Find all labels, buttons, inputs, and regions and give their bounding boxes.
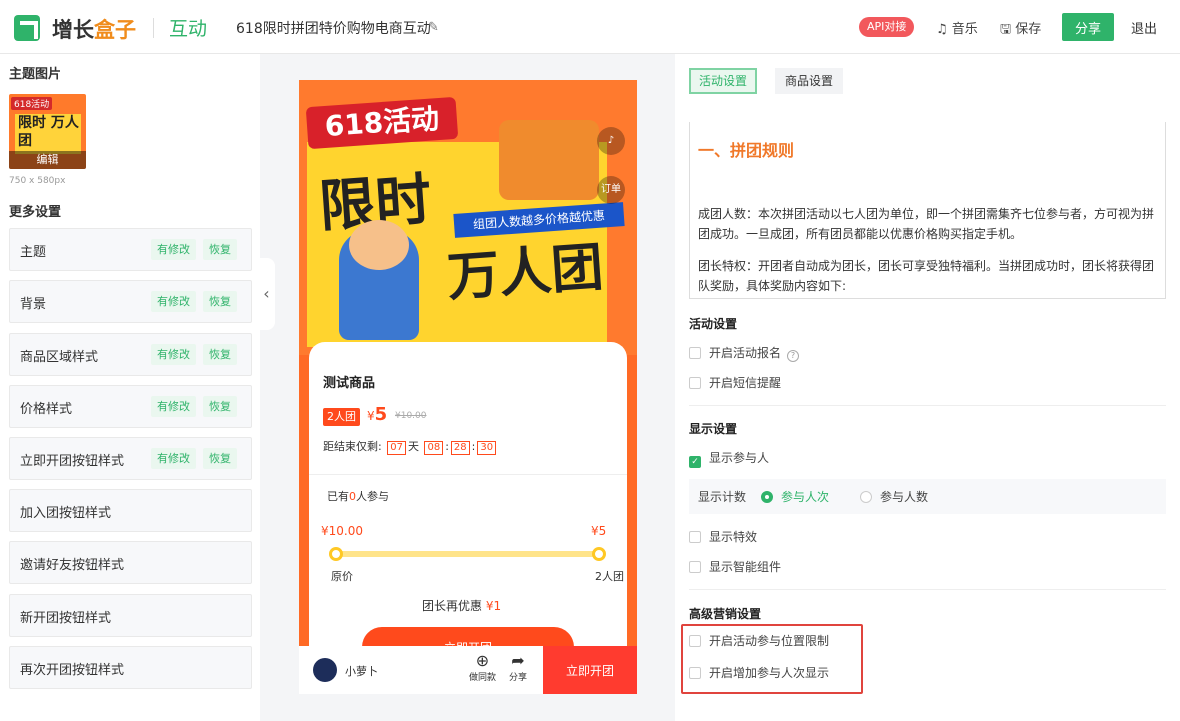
original-price: ¥10.00 [395, 411, 427, 421]
rules-paragraph-1: 成团人数：本次拼团活动以七人团为单位，即一个拼团需集齐七位参与者，方可视为拼团成… [698, 207, 1155, 241]
divider [689, 589, 1166, 590]
order-button[interactable]: 订单 [597, 176, 625, 204]
share-button[interactable]: 分享 [1062, 13, 1114, 41]
thumb-edit-label[interactable]: 编辑 [9, 151, 86, 169]
save-icon: 🖫 [1000, 22, 1012, 37]
settings-item-invite-btn[interactable]: 邀请好友按钮样式 [9, 541, 252, 584]
settings-item-join-group-btn[interactable]: 加入团按钮样式 [9, 489, 252, 532]
logo-text: 增长盒子 [52, 18, 136, 42]
divider [309, 474, 627, 475]
phone-preview: 618活动 限时 组团人数越多价格越优惠 万人团 ♪ 订单 测试商品 2人团 ¥… [299, 80, 637, 694]
group-price: ¥5 [367, 404, 388, 425]
book-illustration [499, 120, 599, 200]
theme-image-title: 主题图片 [9, 67, 62, 82]
advanced-settings-heading: 高级营销设置 [689, 607, 762, 621]
make-same-button[interactable]: ⊕ 做同款 [469, 651, 496, 684]
joined-count: 已有0人参与 [327, 490, 389, 503]
plus-circle-icon: ⊕ [475, 651, 490, 670]
header-divider [153, 18, 154, 38]
settings-item-theme[interactable]: 主题 有修改 恢复 [9, 228, 252, 271]
highlight-frame [681, 624, 863, 694]
show-participants-checkbox[interactable]: ✓ 显示参与人 [689, 449, 769, 468]
avatar [313, 658, 337, 682]
group-size-tag: 2人团 [323, 408, 360, 426]
leader-discount: 团长再优惠 ¥1 [422, 599, 502, 613]
restore-button[interactable]: 恢复 [203, 344, 237, 365]
progress-end-dot [592, 547, 606, 561]
help-icon[interactable]: ? [787, 350, 800, 362]
rules-heading: 一、拼团规则 [698, 141, 795, 160]
divider [689, 405, 1166, 406]
page-title: 618限时拼团特价购物电商互动 [236, 21, 431, 37]
rules-paragraph-2: 团长特权：开团者自动成为团长，团长可享受独特福利。当拼团成功时，团长将获得团队奖… [698, 259, 1155, 293]
progress-start-price: ¥10.00 [321, 524, 363, 538]
settings-item-price-style[interactable]: 价格样式 有修改 恢复 [9, 385, 252, 428]
count-options: 显示计数 参与人次 参与人数 [689, 479, 1166, 514]
modified-tag: 有修改 [151, 344, 196, 365]
modified-tag: 有修改 [151, 291, 196, 312]
bottom-open-group-button[interactable]: 立即开团 [543, 646, 637, 694]
restore-button[interactable]: 恢复 [203, 291, 237, 312]
api-button[interactable]: API对接 [859, 17, 915, 37]
music-button[interactable]: ♫ 音乐 [936, 18, 978, 37]
activity-settings-heading: 活动设置 [689, 317, 738, 331]
display-settings-heading: 显示设置 [689, 422, 738, 436]
module-name: 互动 [169, 18, 208, 40]
show-smart-widget-checkbox[interactable]: 显示智能组件 [689, 558, 781, 575]
edit-pencil-icon[interactable]: ✎ [428, 20, 439, 35]
theme-image-thumbnail[interactable]: 618活动 限时 万人团 编辑 [9, 94, 86, 169]
modified-tag: 有修改 [151, 239, 196, 260]
enable-signup-checkbox[interactable]: 开启活动报名? [689, 344, 800, 362]
progress-bar [335, 551, 599, 557]
settings-item-reopen-btn[interactable]: 再次开团按钮样式 [9, 646, 252, 689]
settings-item-goods-area[interactable]: 商品区域样式 有修改 恢复 [9, 333, 252, 376]
collapse-panel-chevron-icon[interactable]: ‹ [258, 258, 275, 330]
restore-button[interactable]: 恢复 [203, 448, 237, 469]
progress-start-label: 原价 [331, 570, 353, 583]
modified-tag: 有修改 [151, 396, 196, 417]
radio-participant-count[interactable]: 参与人数 [860, 488, 928, 505]
music-play-icon[interactable]: ♪ [597, 127, 625, 155]
boy-head-illustration [349, 220, 409, 270]
enable-sms-checkbox[interactable]: 开启短信提醒 [689, 374, 781, 391]
share-preview-button[interactable]: ➦ 分享 [509, 651, 527, 684]
save-button[interactable]: 🖫 保存 [1000, 18, 1041, 42]
tab-goods-settings[interactable]: 商品设置 [775, 68, 843, 94]
logo-icon [14, 15, 40, 41]
restore-button[interactable]: 恢复 [203, 396, 237, 417]
share-arrow-icon: ➦ [511, 651, 525, 670]
preview-bottom-bar: 小萝卜 ⊕ 做同款 ➦ 分享 立即开团 [299, 646, 637, 694]
image-size: 750 x 580px [9, 176, 66, 186]
settings-item-open-group-btn[interactable]: 立即开团按钮样式 有修改 恢复 [9, 437, 252, 480]
progress-start-dot [329, 547, 343, 561]
product-card: 测试商品 2人团 ¥5 ¥10.00 距结束仅剩: 07 天 08:28:30 已… [309, 342, 627, 694]
banner-title-2: 万人团 [445, 237, 606, 309]
settings-item-new-group-btn[interactable]: 新开团按钮样式 [9, 594, 252, 637]
countdown: 距结束仅剩: 07 天 08:28:30 [323, 438, 498, 455]
modified-tag: 有修改 [151, 448, 196, 469]
music-note-icon: ♫ [936, 22, 948, 37]
product-name: 测试商品 [323, 376, 376, 391]
radio-participation-times[interactable]: 参与人次 [761, 488, 829, 505]
settings-item-background[interactable]: 背景 有修改 恢复 [9, 280, 252, 323]
progress-end-price: ¥5 [591, 524, 607, 538]
more-settings-title: 更多设置 [9, 205, 62, 220]
tab-activity-settings[interactable]: 活动设置 [689, 68, 757, 94]
show-effects-checkbox[interactable]: 显示特效 [689, 528, 757, 545]
progress-end-label: 2人团 [595, 570, 624, 583]
restore-button[interactable]: 恢复 [203, 239, 237, 260]
user-name: 小萝卜 [345, 665, 378, 678]
exit-button[interactable]: 退出 [1131, 18, 1157, 37]
